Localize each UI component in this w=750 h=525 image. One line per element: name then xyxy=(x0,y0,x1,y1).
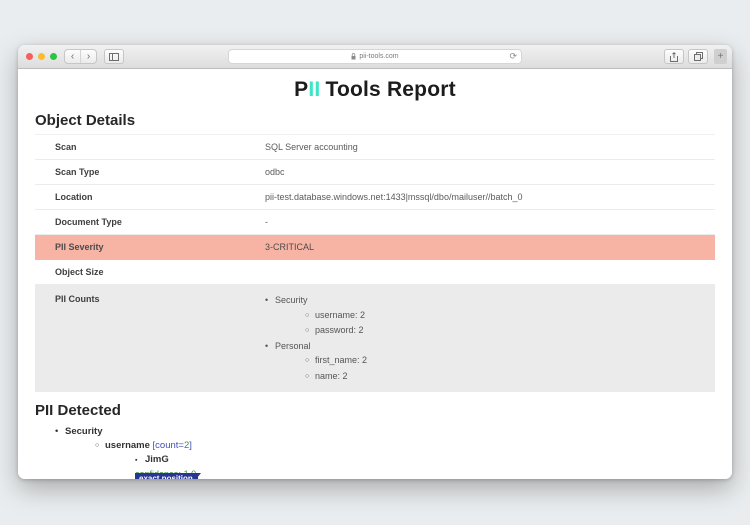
pii-detected-heading: PII Detected xyxy=(35,402,121,419)
forward-icon[interactable]: › xyxy=(80,50,96,63)
toolbar-right: + xyxy=(664,49,727,64)
back-icon[interactable]: ‹ xyxy=(65,50,80,63)
tab-overview-button[interactable] xyxy=(688,49,708,64)
row-label: Scan xyxy=(55,142,77,152)
table-row-scan: Scan SQL Server accounting xyxy=(35,135,715,160)
row-value: - xyxy=(265,217,268,227)
page-title: PII Tools Report xyxy=(18,78,732,102)
zoom-window-button[interactable] xyxy=(50,53,57,60)
table-row-scan-type: Scan Type odbc xyxy=(35,160,715,185)
row-label: Location xyxy=(55,192,93,202)
exact-position-tooltip: exact position xyxy=(135,473,201,479)
detection-details: confidence: 1.0 exact position position:… xyxy=(135,469,715,479)
reload-icon[interactable]: ⟳ xyxy=(509,50,517,63)
bullet-icon: ○ xyxy=(305,372,310,380)
table-row-pii-counts: PII Counts • Security ○ username: 2 ○ passw… xyxy=(35,285,715,392)
row-label: PII Severity xyxy=(55,242,104,252)
report-header: PII Tools Report Object Details xyxy=(18,69,732,134)
table-row-document-type: Document Type - xyxy=(35,210,715,235)
tree-category: • Security xyxy=(55,426,103,437)
title-rest: Tools Report xyxy=(325,78,456,101)
severity-badge: 3-CRITICAL xyxy=(265,242,315,252)
object-details-heading: Object Details xyxy=(35,112,136,129)
traffic-lights xyxy=(26,53,57,60)
row-value: pii-test.database.windows.net:1433|mssql… xyxy=(265,192,523,202)
row-value: odbc xyxy=(265,167,285,177)
confidence-line: confidence: 1.0 xyxy=(135,469,715,479)
count-badge: [count=2] xyxy=(152,440,192,451)
close-window-button[interactable] xyxy=(26,53,33,60)
bullet-icon: ○ xyxy=(305,311,310,319)
browser-window: ‹ › pii-tools.com ⟳ + PII Tools Report O… xyxy=(18,45,732,479)
share-button[interactable] xyxy=(664,49,684,64)
list-item: ○ name: 2 xyxy=(305,369,715,385)
bullet-icon: ○ xyxy=(95,442,100,449)
bullet-icon: • xyxy=(265,295,269,305)
list-item: ○ first_name: 2 xyxy=(305,353,715,369)
list-item: ○ password: 2 xyxy=(305,323,715,339)
lock-icon xyxy=(351,53,356,60)
row-label: Scan Type xyxy=(55,167,100,177)
bullet-icon: ○ xyxy=(305,327,310,334)
share-icon xyxy=(670,51,678,62)
bullet-icon: • xyxy=(55,426,59,437)
tree-field: ○ username [count=2] xyxy=(95,440,192,451)
row-value: SQL Server accounting xyxy=(265,142,358,152)
browser-toolbar: ‹ › pii-tools.com ⟳ + xyxy=(18,45,732,69)
bullet-icon: ○ xyxy=(305,357,310,364)
table-row-pii-severity: PII Severity 3-CRITICAL xyxy=(35,235,715,260)
tree-value: ▪ JimG xyxy=(135,453,715,468)
minimize-window-button[interactable] xyxy=(38,53,45,60)
list-item: ○ username: 2 xyxy=(305,308,715,324)
bullet-icon: • xyxy=(265,340,269,351)
list-item: • Security xyxy=(265,293,715,308)
new-tab-button[interactable]: + xyxy=(714,49,727,64)
title-ii: II xyxy=(308,78,321,101)
sidebar-icon xyxy=(109,52,119,61)
sidebar-toggle-button[interactable] xyxy=(104,49,124,64)
pii-counts-list: • Security ○ username: 2 ○ password: 2 • Per… xyxy=(265,293,715,384)
address-bar[interactable]: pii-tools.com ⟳ xyxy=(228,49,522,64)
bullet-icon: ▪ xyxy=(135,457,138,464)
row-label: Object Size xyxy=(55,267,104,277)
address-url: pii-tools.com xyxy=(359,53,399,60)
row-label: Document Type xyxy=(55,217,122,227)
pii-detected-tree: •Security ○username [count=2] ▪JimG conf… xyxy=(35,425,715,479)
history-nav: ‹ › xyxy=(64,49,97,64)
tab-overview-icon xyxy=(693,52,703,61)
report-page: PII Tools Report Object Details Scan SQL … xyxy=(18,69,732,479)
table-row-object-size: Object Size xyxy=(35,260,715,285)
title-p: P xyxy=(294,78,309,101)
row-label: PII Counts xyxy=(55,294,100,304)
list-item: • Personal xyxy=(265,339,715,354)
object-details-table: Scan SQL Server accounting Scan Type odb… xyxy=(35,134,715,392)
table-row-location: Location pii-test.database.windows.net:1… xyxy=(35,185,715,210)
pii-detected-section: PII Detected • Security ○ username [count=… xyxy=(35,402,715,479)
